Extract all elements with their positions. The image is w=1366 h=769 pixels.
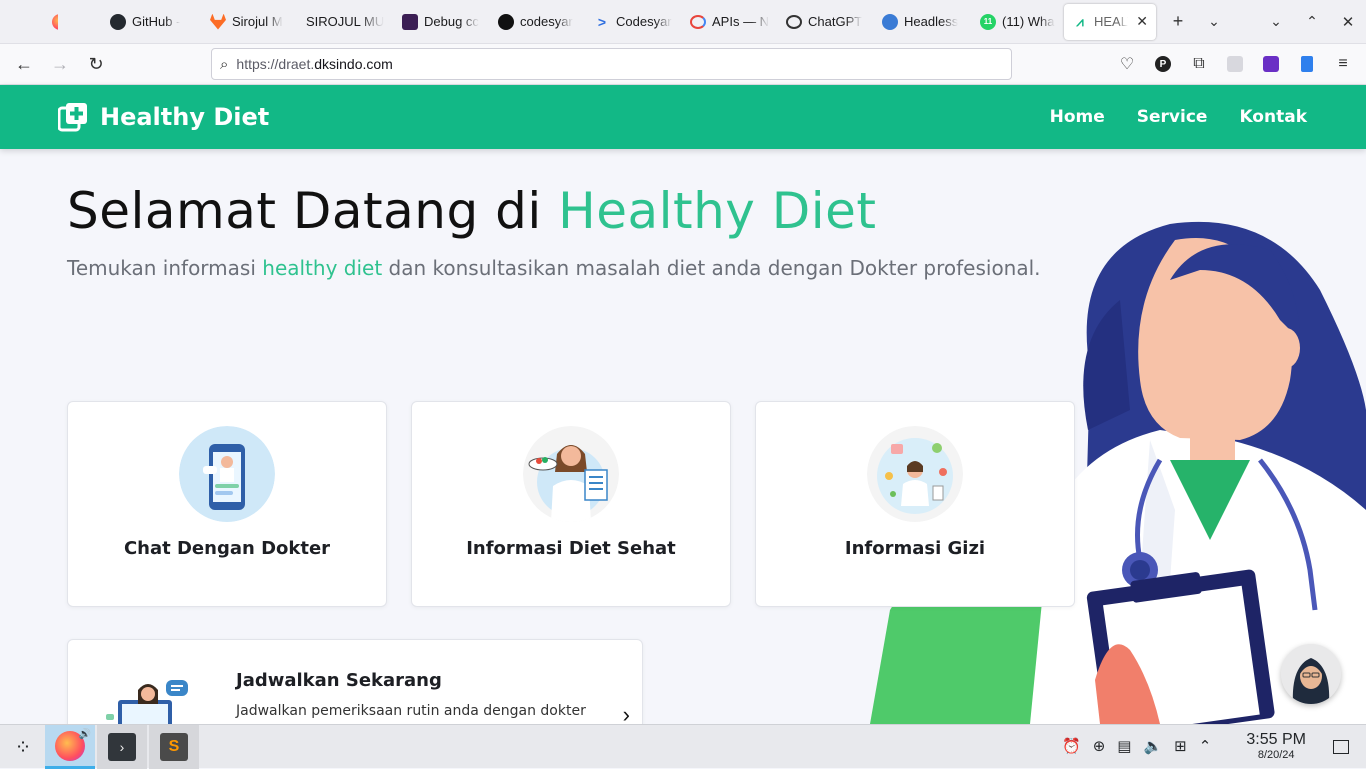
clock[interactable]: 3:55 PM 8/20/24	[1246, 731, 1306, 761]
url-bar[interactable]: ⌕ https://draet.dksindo.com	[211, 48, 1012, 80]
browser-tab-strip: GitHub - Sirojul M SIROJUL MU Debug cc c…	[0, 0, 1366, 44]
tab-github[interactable]: GitHub -	[102, 0, 202, 44]
pocket-icon[interactable]: ♡	[1110, 47, 1144, 81]
tray-expand-icon[interactable]: ⌃	[1199, 737, 1212, 755]
url-text: https://draet.dksindo.com	[236, 56, 393, 72]
nutrition-info-image	[867, 426, 963, 522]
tab-sirojul[interactable]: SIROJUL MU	[298, 0, 394, 44]
tab-codesyar-2[interactable]: > Codesyar	[586, 0, 682, 44]
tab-healthy-diet-active[interactable]: ⩘ HEALT ✕	[1064, 3, 1156, 40]
tab-chatgpt[interactable]: ChatGPT	[778, 0, 874, 44]
card-title: Chat Dengan Dokter	[123, 538, 331, 559]
tab-apis[interactable]: APIs — N	[682, 0, 778, 44]
extensions-icon[interactable]: ⧉	[1182, 47, 1216, 81]
back-icon[interactable]: ←	[6, 46, 42, 82]
brand[interactable]: Healthy Diet	[58, 102, 269, 132]
system-tray: ⏰ ⊕ ▤ 🔈 ⊞ ⌃	[1062, 737, 1211, 755]
tab-debug[interactable]: Debug cc	[394, 0, 490, 44]
main-menu: Home Service Kontak	[1050, 107, 1307, 127]
close-window-icon[interactable]: ✕	[1330, 0, 1366, 44]
toolbar-actions: ♡ P ⧉ ≡	[1110, 47, 1360, 81]
close-tab-icon[interactable]: ✕	[1136, 13, 1148, 30]
app-launcher-icon[interactable]: ⁘	[6, 725, 40, 769]
audio-icon: 🔊	[78, 729, 91, 740]
tab-codesyar[interactable]: codesyar	[490, 0, 586, 44]
chat-avatar[interactable]	[1281, 644, 1341, 704]
gitlab-icon	[210, 13, 226, 30]
search-icon: ⌕	[220, 55, 229, 73]
profile-icon[interactable]: P	[1146, 47, 1180, 81]
sublime-icon: S	[160, 733, 188, 761]
forward-icon[interactable]: →	[42, 46, 78, 82]
menu-icon[interactable]: ≡	[1326, 47, 1360, 81]
medical-plus-icon	[58, 103, 87, 132]
card-diet-info[interactable]: Informasi Diet Sehat	[411, 401, 731, 607]
codesyar-icon	[498, 13, 514, 30]
taskbar-terminal[interactable]: ›	[97, 725, 147, 769]
firefox-icon	[52, 13, 58, 30]
extension-blue-icon[interactable]	[1290, 47, 1324, 81]
menu-service[interactable]: Service	[1137, 107, 1208, 127]
schedule-title: Jadwalkan Sekarang	[236, 670, 442, 691]
healthy-diet-icon: ⩘	[1076, 13, 1084, 29]
network-icon[interactable]: ⊞	[1174, 737, 1187, 755]
hero-title: Selamat Datang di Healthy Diet	[67, 182, 877, 240]
taskbar-firefox[interactable]: 🔊	[45, 725, 95, 769]
tab-gitlab[interactable]: Sirojul M	[202, 0, 298, 44]
diet-info-image	[523, 426, 619, 522]
whatsapp-icon: 11	[980, 13, 996, 30]
volume-icon[interactable]: 🔈	[1143, 737, 1162, 755]
reload-icon[interactable]: ↻	[78, 46, 114, 82]
github-icon	[110, 13, 126, 30]
site-header: Healthy Diet Home Service Kontak	[0, 85, 1366, 149]
minimize-icon[interactable]: ⌄	[1258, 0, 1294, 44]
tab-list-icon[interactable]: ⌄	[1196, 0, 1232, 44]
extension-grey-icon[interactable]	[1218, 47, 1252, 81]
apis-icon	[690, 14, 706, 29]
card-nutrition-info[interactable]: Informasi Gizi	[755, 401, 1075, 607]
schedule-doctor-image	[106, 680, 188, 728]
taskbar: ⁘ 🔊 › S ⏰ ⊕ ▤ 🔈 ⊞ ⌃ 3:55 PM 8/20/24	[0, 724, 1366, 769]
debug-icon	[402, 13, 418, 30]
menu-home[interactable]: Home	[1050, 107, 1105, 127]
card-chat-doctor[interactable]: Chat Dengan Dokter	[67, 401, 387, 607]
chatgpt-icon	[786, 14, 802, 29]
tab-whatsapp[interactable]: 11 (11) Wha	[972, 0, 1064, 44]
card-title: Informasi Diet Sehat	[466, 538, 676, 559]
navigation-toolbar: ← → ↻ ⌕ https://draet.dksindo.com ♡ P ⧉ …	[0, 44, 1366, 85]
updates-icon[interactable]: ⊕	[1093, 737, 1106, 755]
maximize-icon[interactable]: ⌃	[1294, 0, 1330, 44]
card-title: Informasi Gizi	[844, 538, 986, 559]
schedule-description: Jadwalkan pemeriksaan rutin anda dengan …	[236, 703, 586, 719]
menu-kontak[interactable]: Kontak	[1239, 107, 1307, 127]
notifications-icon[interactable]: ⏰	[1062, 737, 1081, 755]
headless-icon	[882, 13, 898, 30]
clipboard-icon[interactable]: ▤	[1117, 737, 1131, 755]
chat-doctor-image	[179, 426, 275, 522]
taskbar-sublime[interactable]: S	[149, 725, 199, 769]
tab-firefox-view[interactable]	[0, 0, 58, 44]
brand-name: Healthy Diet	[100, 103, 270, 131]
terminal-icon: ›	[108, 733, 136, 761]
new-tab-button[interactable]: +	[1160, 0, 1196, 44]
codesyar-prompt-icon: >	[597, 13, 607, 30]
show-desktop-icon[interactable]	[1330, 725, 1352, 769]
tab-headless[interactable]: Headless	[874, 0, 972, 44]
extension-purple-icon[interactable]	[1254, 47, 1288, 81]
